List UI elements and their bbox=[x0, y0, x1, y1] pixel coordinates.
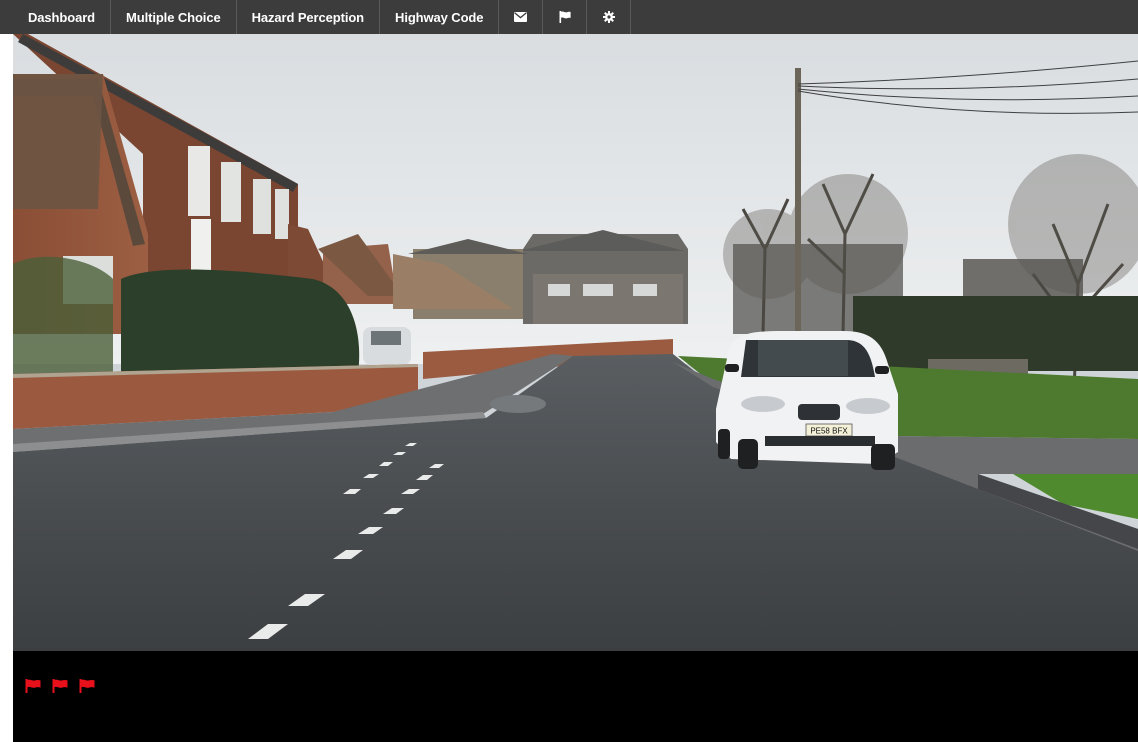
gear-icon bbox=[602, 11, 615, 23]
nav-messages-button[interactable] bbox=[499, 0, 544, 34]
left-gutter bbox=[0, 34, 13, 742]
top-navbar: Dashboard Multiple Choice Hazard Percept… bbox=[0, 0, 1138, 34]
red-flag-icon bbox=[25, 679, 41, 693]
telephone-pole bbox=[795, 68, 801, 333]
flag-icon bbox=[559, 11, 571, 23]
hazard-flags bbox=[25, 679, 95, 693]
number-plate: PE58 BFX bbox=[810, 427, 848, 436]
nav-hazard-perception[interactable]: Hazard Perception bbox=[237, 0, 381, 34]
hazard-perception-video[interactable]: PE58 BFX bbox=[13, 34, 1138, 651]
envelope-icon bbox=[514, 12, 528, 22]
nav-dashboard[interactable]: Dashboard bbox=[0, 0, 112, 34]
parked-car-left bbox=[363, 327, 411, 365]
nav-settings-button[interactable] bbox=[587, 0, 632, 34]
nav-multiple-choice[interactable]: Multiple Choice bbox=[111, 0, 237, 34]
hedge-left bbox=[121, 269, 360, 379]
nav-flags-button[interactable] bbox=[543, 0, 588, 34]
video-frame: PE58 BFX bbox=[13, 34, 1138, 651]
red-flag-icon bbox=[79, 679, 95, 693]
nav-highway-code[interactable]: Highway Code bbox=[380, 0, 500, 34]
white-car: PE58 BFX bbox=[716, 331, 898, 470]
puddle bbox=[490, 395, 546, 413]
red-flag-icon bbox=[52, 679, 68, 693]
flag-bar bbox=[13, 651, 1138, 742]
